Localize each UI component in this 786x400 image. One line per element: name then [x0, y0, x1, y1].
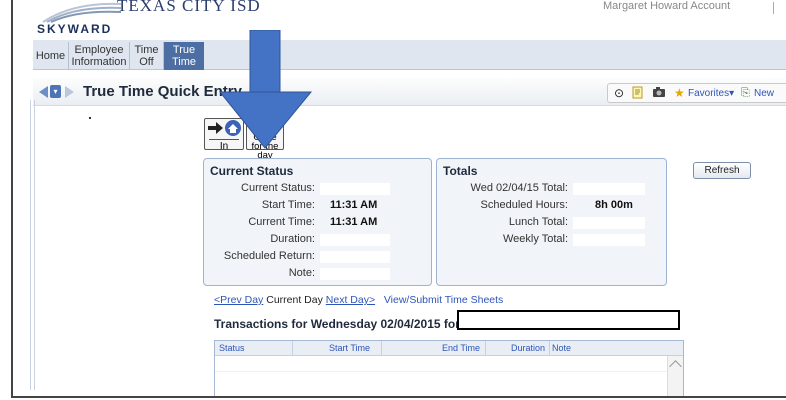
camera-icon[interactable]: [652, 86, 666, 101]
tab-true-time[interactable]: True Time: [164, 42, 204, 70]
district-name: TEXAS CITY ISD: [117, 0, 261, 15]
day-total-value-box: [573, 183, 645, 195]
skyward-wordmark: SKYWARD: [37, 22, 113, 36]
view-time-sheets-link[interactable]: View/Submit Time Sheets: [384, 294, 503, 306]
day-total-label: Wed 02/04/15 Total:: [470, 182, 568, 194]
col-divider: [381, 341, 382, 356]
col-divider: [485, 341, 486, 356]
scheduled-hours-label: Scheduled Hours:: [480, 199, 568, 211]
scroll-up-icon[interactable]: [669, 360, 682, 373]
redacted-name-box: [457, 310, 680, 330]
scheduled-return-label: Scheduled Return:: [223, 250, 315, 262]
clock-icon[interactable]: ⊙: [614, 86, 624, 101]
start-time-label: Start Time:: [261, 199, 315, 211]
table-scrollbar[interactable]: [667, 356, 683, 396]
favorites-star-icon[interactable]: ★: [674, 86, 685, 101]
page-titlebar: ▾ True Time Quick Entry ⊙ ★ Favorites▾ ⎘…: [33, 78, 786, 106]
user-name[interactable]: Margaret Howard Account: [603, 0, 730, 12]
lunch-total-value-box: [573, 217, 645, 229]
duration-value-box: [320, 234, 390, 246]
totals-title: Totals: [443, 164, 478, 178]
left-rule-2: [34, 100, 35, 390]
current-status-panel: Current Status Current Status: Start Tim…: [203, 158, 432, 286]
note-label: Note:: [288, 267, 315, 279]
duration-label: Duration:: [270, 233, 315, 245]
prev-day-link[interactable]: <Prev Day: [214, 294, 263, 306]
bullet-dot: [89, 117, 91, 119]
user-account[interactable]: Margaret Howard Account: [603, 0, 786, 16]
col-divider: [549, 341, 550, 356]
col-divider: [292, 341, 293, 356]
weekly-total-value-box: [573, 234, 645, 246]
col-note[interactable]: Note: [552, 343, 571, 353]
forward-arrow-icon[interactable]: [65, 86, 74, 98]
table-header: Status Start Time End Time Duration Note: [215, 341, 683, 356]
table-row: [215, 371, 667, 372]
new-window-icon[interactable]: ⎘: [741, 86, 750, 101]
back-arrow-icon[interactable]: [39, 86, 48, 98]
start-time-value: 11:31 AM: [330, 199, 378, 211]
transactions-table: Status Start Time End Time Duration Note: [214, 340, 684, 396]
totals-panel: Totals Wed 02/04/15 Total: Scheduled Hou…: [436, 158, 667, 286]
weekly-total-label: Weekly Total:: [502, 233, 568, 245]
col-start-time[interactable]: Start Time: [329, 343, 370, 353]
browser-frame: SKYWARD TEXAS CITY ISD Margaret Howard A…: [11, 0, 786, 398]
current-status-title: Current Status: [210, 164, 294, 178]
note-value-box: [320, 268, 390, 280]
col-duration[interactable]: Duration: [511, 343, 545, 353]
history-dropdown-icon[interactable]: ▾: [50, 85, 61, 98]
scheduled-hours-value: 8h 00m: [595, 199, 633, 211]
current-time-value: 11:31 AM: [330, 216, 378, 228]
header-divider: [773, 2, 774, 14]
col-end-time[interactable]: End Time: [442, 343, 480, 353]
favorites-menu[interactable]: Favorites▾: [688, 86, 734, 101]
current-day-text: Current Day: [266, 294, 323, 306]
tab-time-off[interactable]: Time Off: [130, 42, 164, 70]
page-toolbar: ⊙ ★ Favorites▾ ⎘ New: [607, 83, 786, 103]
new-link[interactable]: New: [754, 86, 774, 101]
current-time-label: Current Time:: [248, 216, 315, 228]
notes-icon[interactable]: [632, 86, 644, 101]
next-day-link[interactable]: Next Day>: [326, 294, 375, 306]
left-rule: [30, 100, 31, 390]
refresh-button[interactable]: Refresh: [693, 162, 751, 179]
current-status-label: Current Status:: [241, 182, 315, 194]
lunch-total-label: Lunch Total:: [508, 216, 568, 228]
down-arrow-icon: [218, 30, 313, 149]
main-nav: Home Employee Information Time Off True …: [33, 40, 786, 70]
current-status-value-box: [320, 183, 390, 195]
tab-employee-information[interactable]: Employee Information: [69, 42, 130, 70]
col-status[interactable]: Status: [219, 343, 245, 353]
tab-home[interactable]: Home: [33, 42, 69, 70]
scheduled-return-value-box: [320, 251, 390, 263]
day-navigation: <Prev Day Current Day Next Day> View/Sub…: [214, 294, 503, 306]
transactions-title: Transactions for Wednesday 02/04/2015 fo…: [214, 317, 460, 331]
